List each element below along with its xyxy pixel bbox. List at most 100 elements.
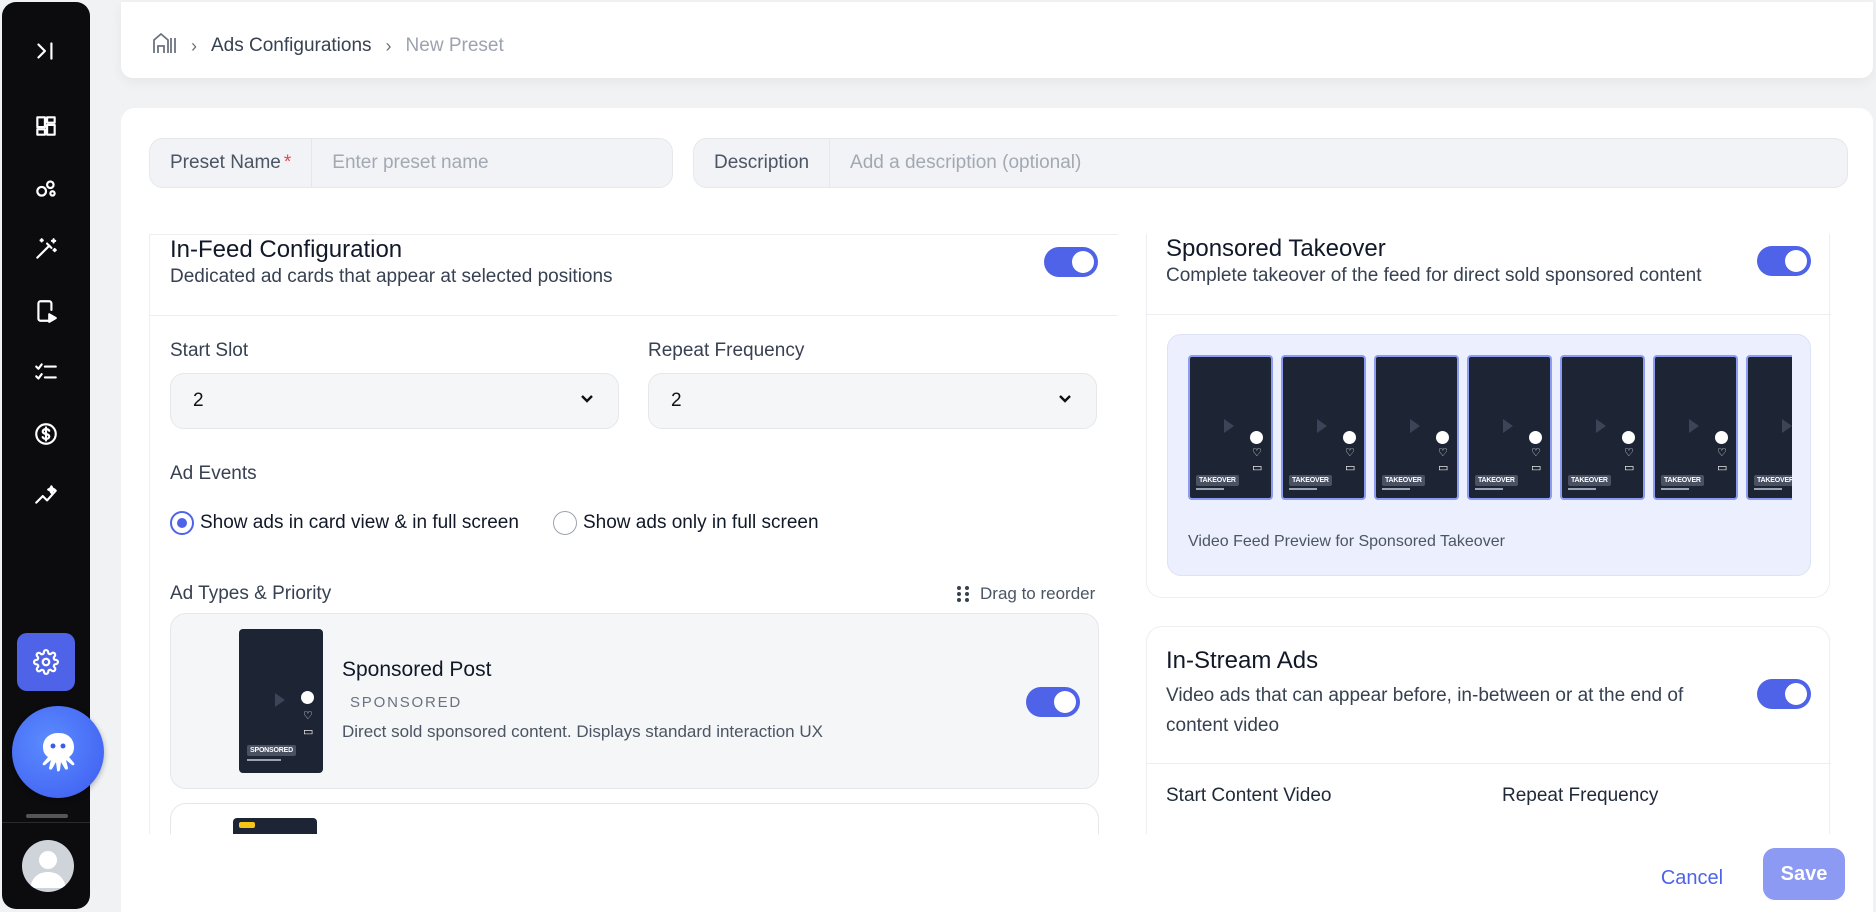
ad-events-option-full-only[interactable]: Show ads only in full screen	[553, 511, 819, 535]
in-feed-configuration-panel: In-Feed Configuration Dedicated ad cards…	[149, 234, 1118, 834]
ad-events-option-label: Show ads only in full screen	[583, 512, 819, 533]
profile-dot	[1250, 431, 1263, 444]
tile-phone: ♡▭TAKEOVER	[1748, 357, 1792, 498]
save-button[interactable]: Save	[1763, 848, 1845, 900]
takeover-tile-strip: ♡ ▭ TAKEOVER ♡ ▭ TAKEOVER ♡ ▭ TAKEOVER ♡ ▭ TAKEOVER…	[1188, 355, 1792, 503]
in-feed-title: In-Feed Configuration	[170, 236, 403, 263]
heart-icon: ♡	[1438, 447, 1448, 459]
cancel-button[interactable]: Cancel	[1642, 858, 1742, 898]
profile-dot	[1622, 431, 1635, 444]
in-stream-repeat-frequency-label: Repeat Frequency	[1502, 785, 1659, 806]
breadcrumb-current: New Preset	[405, 35, 504, 56]
sponsored-takeover-title: Sponsored Takeover	[1166, 235, 1386, 262]
play-icon	[1596, 419, 1606, 433]
chevron-down-icon	[1056, 389, 1074, 413]
drag-to-reorder-hint: Drag to reorder	[956, 584, 1095, 604]
comment-icon: ▭	[1531, 462, 1542, 474]
settings-icon[interactable]	[17, 633, 75, 691]
preset-name-field: Preset Name *	[149, 138, 673, 188]
sponsored-badge: SPONSORED	[247, 745, 296, 756]
divider	[1147, 763, 1831, 764]
right-panel: Sponsored Takeover Complete takeover of …	[1118, 234, 1848, 834]
radio-selected[interactable]	[170, 511, 194, 535]
takeover-badge: TAKEOVER	[1475, 475, 1518, 486]
ad-type-preview	[233, 818, 317, 834]
radio-unselected[interactable]	[553, 511, 577, 535]
start-slot-label: Start Slot	[170, 340, 249, 361]
heart-icon: ♡	[1717, 447, 1727, 459]
takeover-tile: ♡ ▭ TAKEOVER	[1467, 355, 1552, 500]
sponsored-takeover-subtitle: Complete takeover of the feed for direct…	[1166, 265, 1702, 286]
heart-icon: ♡	[1531, 447, 1541, 459]
sidebar-handle	[26, 814, 68, 818]
dollar-icon[interactable]	[24, 412, 68, 456]
progress-bar	[1754, 488, 1782, 490]
repeat-frequency-label: Repeat Frequency	[648, 340, 805, 361]
ad-type-card-sponsored-post[interactable]: ♡ ▭ SPONSORED Sponsored Post SPONSORED D…	[170, 613, 1099, 789]
ad-type-card-next[interactable]	[170, 803, 1099, 834]
heart-icon: ♡	[1624, 447, 1634, 459]
in-stream-title: In-Stream Ads	[1166, 647, 1319, 674]
tile-phone: ♡▭TAKEOVER	[1376, 357, 1457, 498]
progress-bar	[1196, 488, 1224, 490]
start-slot-value: 2	[193, 390, 204, 411]
magic-wand-icon[interactable]	[24, 227, 68, 271]
sponsored-post-preview: ♡ ▭ SPONSORED	[239, 629, 323, 773]
ad-events-option-label: Show ads in card view & in full screen	[200, 512, 519, 533]
main-content: Preset Name* Description In-Feed Configu…	[121, 108, 1873, 912]
preset-name-input[interactable]	[312, 139, 672, 187]
takeover-tile: ♡ ▭ TAKEOVER	[1653, 355, 1738, 500]
takeover-badge: TAKEOVER	[1754, 475, 1792, 486]
dashboard-icon[interactable]	[24, 104, 68, 148]
play-icon	[1317, 419, 1327, 433]
start-content-video-label: Start Content Video	[1166, 785, 1332, 806]
expand-sidebar-icon[interactable]	[24, 29, 68, 73]
ad-type-description: Direct sold sponsored content. Displays …	[342, 722, 823, 741]
checklist-icon[interactable]	[24, 350, 68, 394]
takeover-tile: ♡ ▭ TAKEOVER	[1281, 355, 1366, 500]
takeover-badge: TAKEOVER	[1196, 475, 1239, 486]
in-stream-subtitle-line1: Video ads that can appear before, in-bet…	[1166, 685, 1684, 706]
preset-name-label: Preset Name *	[150, 139, 313, 187]
user-avatar[interactable]	[22, 840, 74, 892]
home-icon[interactable]	[151, 30, 177, 62]
ad-type-preview-marker	[239, 822, 255, 828]
play-icon	[1503, 419, 1513, 433]
comment-icon: ▭	[1717, 462, 1728, 474]
analytics-icon[interactable]	[24, 473, 68, 517]
takeover-video-feed-preview: ♡ ▭ TAKEOVER ♡ ▭ TAKEOVER ♡ ▭ TAKEOVER ♡ ▭ TAKEOVER…	[1167, 334, 1811, 576]
preview-caption: Video Feed Preview for Sponsored Takeove…	[1188, 533, 1505, 550]
repeat-frequency-value: 2	[671, 390, 682, 411]
sponsored-post-toggle[interactable]	[1026, 687, 1080, 717]
description-input[interactable]	[830, 139, 1847, 187]
repeat-frequency-select[interactable]: 2	[648, 373, 1097, 429]
in-stream-ads-card: In-Stream Ads Video ads that can appear …	[1146, 626, 1831, 834]
sponsored-takeover-card: Sponsored Takeover Complete takeover of …	[1146, 234, 1831, 598]
start-slot-select[interactable]: 2	[170, 373, 619, 429]
top-bar: › Ads Configurations › New Preset	[121, 2, 1873, 78]
chevron-right-icon: ›	[385, 35, 392, 56]
tile-phone: ♡▭TAKEOVER	[1562, 357, 1643, 498]
profile-dot	[1343, 431, 1356, 444]
ad-type-tag: SPONSORED	[350, 694, 463, 711]
heart-icon: ♡	[1252, 447, 1262, 459]
breadcrumb-ads-configurations[interactable]: Ads Configurations	[211, 35, 372, 57]
comment-icon: ▭	[1438, 462, 1449, 474]
mobile-video-icon[interactable]	[24, 289, 68, 333]
assistant-octopus-icon[interactable]	[12, 706, 104, 798]
in-stream-toggle[interactable]	[1757, 679, 1811, 709]
takeover-badge: TAKEOVER	[1661, 475, 1704, 486]
tile-phone: ♡ ▭ TAKEOVER	[1190, 357, 1271, 498]
comment-icon: ▭	[303, 726, 314, 738]
in-feed-toggle[interactable]	[1044, 247, 1098, 277]
heart-icon: ♡	[1345, 447, 1355, 459]
ad-events-option-card-and-full[interactable]: Show ads in card view & in full screen	[170, 511, 519, 535]
divider	[1147, 314, 1831, 315]
comment-icon: ▭	[1252, 462, 1263, 474]
play-icon	[275, 693, 285, 707]
sponsored-takeover-toggle[interactable]	[1757, 246, 1811, 276]
heart-icon: ♡	[303, 710, 313, 722]
profile-dot	[1715, 431, 1728, 444]
progress-bar	[1568, 488, 1596, 490]
bubbles-icon[interactable]	[24, 166, 68, 210]
